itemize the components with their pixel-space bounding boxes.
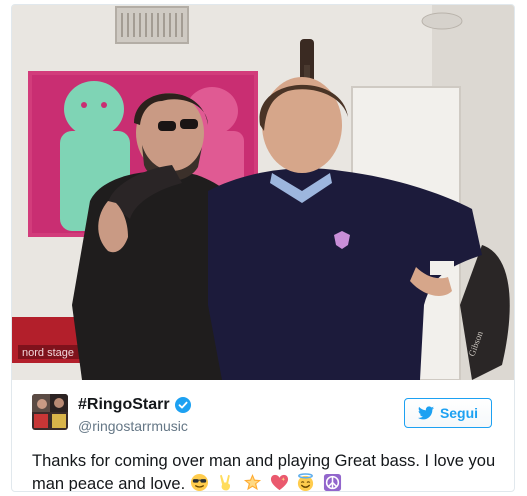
verified-badge-icon (174, 397, 191, 413)
follow-button-label: Segui (439, 405, 479, 421)
peace-symbol-icon (323, 473, 341, 491)
twitter-bird-icon (417, 406, 434, 420)
glowing-star-icon (243, 473, 262, 491)
sparkling-heart-icon (270, 474, 288, 491)
follow-button[interactable]: Segui (404, 398, 492, 428)
tweet-photo[interactable]: nord stage Gibson (12, 5, 514, 380)
victory-hand-icon (220, 474, 231, 491)
smiling-face-with-halo-icon (298, 473, 314, 491)
name-line: #RingoStarr (78, 396, 191, 414)
sunglasses-face-icon (190, 473, 208, 491)
tweet-text-line1: Thanks for coming over man and playing G… (32, 452, 496, 470)
user-handle[interactable]: @ringostarrmusic (78, 418, 188, 434)
tweet-header: #RingoStarr @ringostarrmusic Segui (12, 380, 514, 442)
emoji-row (190, 473, 345, 491)
display-name[interactable]: #RingoStarr (78, 396, 170, 414)
keyboard-brand-text: nord stage (22, 347, 74, 359)
embedded-tweet: nord stage Gibson #RingoStarr @ringostar… (11, 4, 515, 492)
tweet-text: Thanks for coming over man and playing G… (32, 450, 502, 492)
tweet-text-line2: man peace and love. (32, 475, 186, 492)
avatar[interactable] (32, 394, 68, 430)
